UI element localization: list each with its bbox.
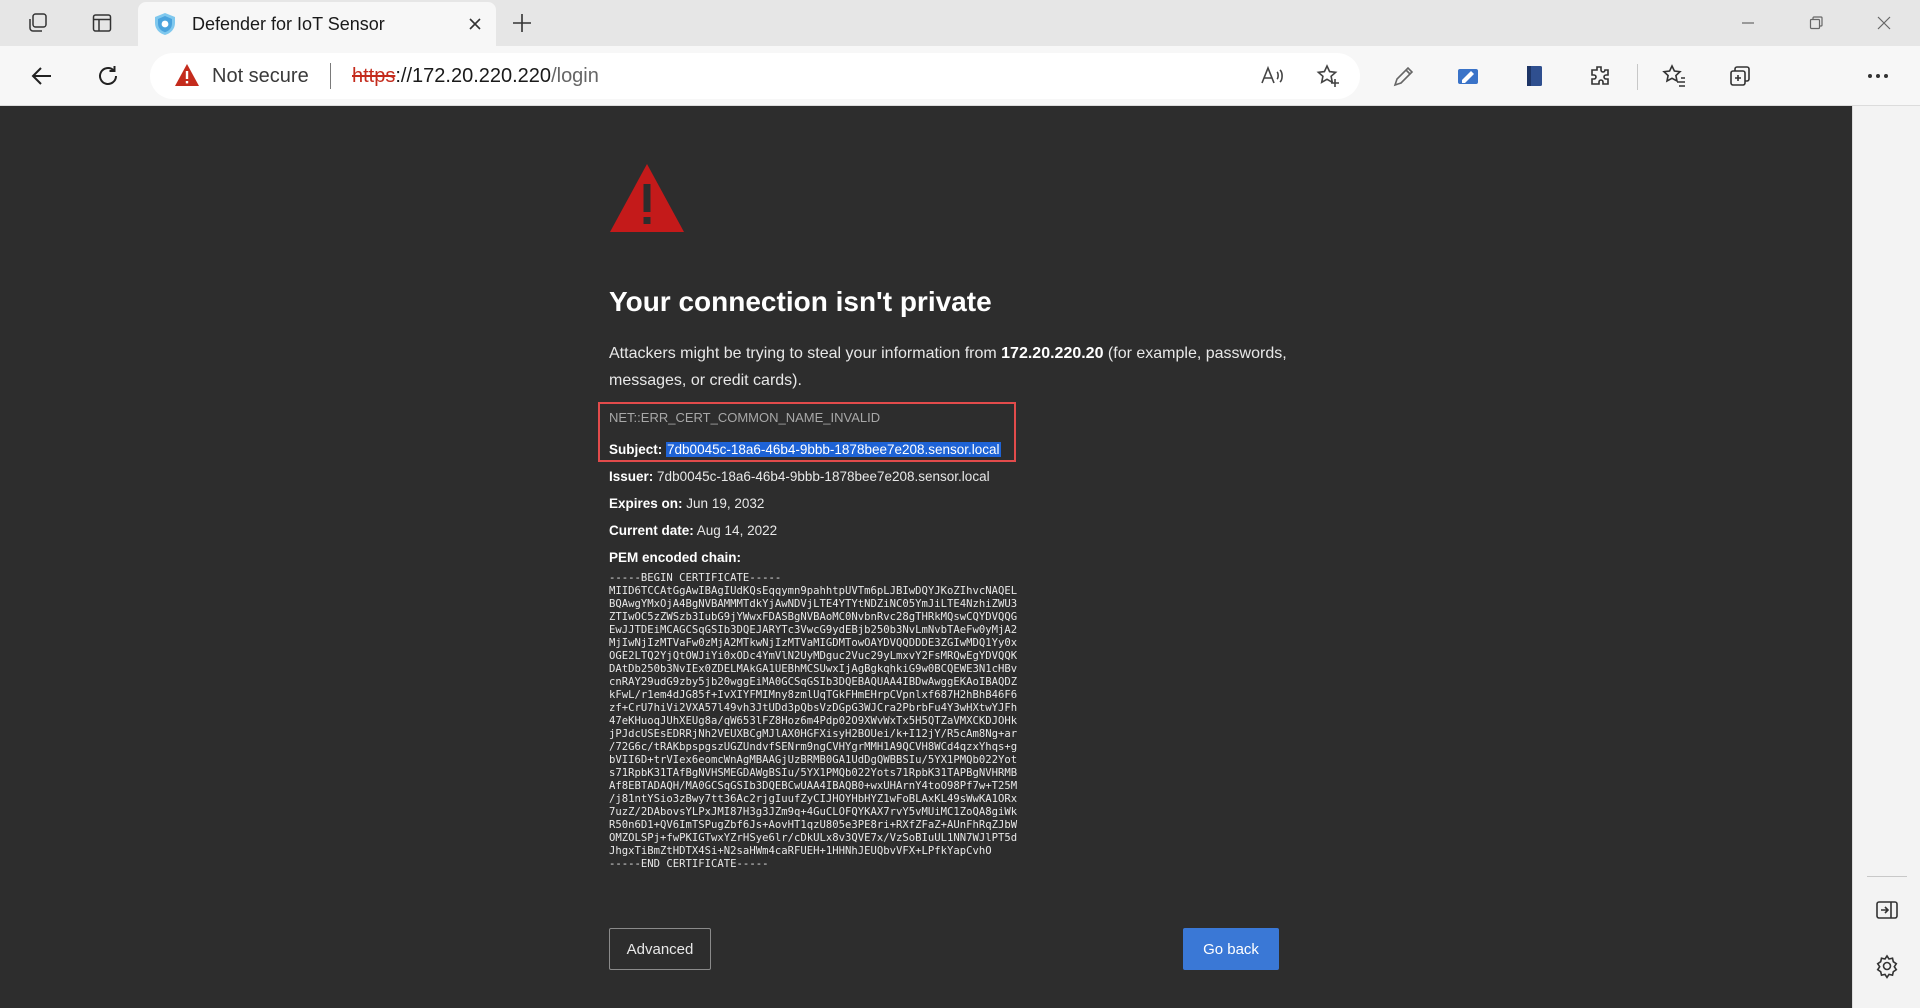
- settings-gear-icon[interactable]: [1871, 950, 1903, 982]
- current-date-label: Current date:: [609, 523, 694, 538]
- pem-line: JhgxTiBmZtHDTX4Si+N2saHWm4caRFUEH+1HHNhJ…: [609, 845, 992, 857]
- sidebar-divider: [1867, 876, 1907, 877]
- pem-line: ZTIwOC5zZWSzb3IubG9jYWwxFDASBgNVBAoMC0Nv…: [609, 611, 1018, 623]
- error-code[interactable]: NET::ERR_CERT_COMMON_NAME_INVALID: [609, 410, 880, 425]
- sidebar: [1852, 106, 1920, 1008]
- cert-expires: Expires on: Jun 19, 2032: [609, 496, 764, 511]
- toolbar-separator: [1637, 64, 1638, 90]
- tab-actions-icon[interactable]: [80, 6, 124, 40]
- new-tab-icon[interactable]: [502, 6, 542, 40]
- pem-line: Af8EBTADAQH/MA0GCSqGSIb3DQEBCwUAA4IBAQB0…: [609, 780, 1018, 792]
- extension-book-icon[interactable]: [1514, 56, 1554, 96]
- error-page: Your connection isn't private Attackers …: [0, 106, 1852, 1008]
- error-description: Attackers might be trying to steal your …: [609, 340, 1289, 394]
- tab-strip: Defender for IoT Sensor: [0, 0, 1920, 46]
- pem-line: /j81ntYSio3zBwy7tt36Ac2rjgIuufZyCIJHOYHb…: [609, 793, 1018, 805]
- cert-issuer: Issuer: 7db0045c-18a6-46b4-9bbb-1878bee7…: [609, 469, 990, 484]
- tab-defender-iot[interactable]: Defender for IoT Sensor: [138, 2, 496, 46]
- url-scheme: https: [352, 65, 396, 87]
- pem-line: BQAwgYMxOjA4BgNVBAMMMTdkYjAwNDVjLTE4YTYt…: [609, 598, 1018, 610]
- read-aloud-icon[interactable]: [1258, 62, 1286, 90]
- pem-heading: PEM encoded chain:: [609, 550, 741, 565]
- expires-value: Jun 19, 2032: [686, 496, 765, 511]
- issuer-value: 7db0045c-18a6-46b4-9bbb-1878bee7e208.sen…: [657, 469, 990, 484]
- warning-icon: [610, 164, 684, 232]
- pem-line: MIID6TCCAtGgAwIBAgIUdKQsEqqymn9pahhtpUVT…: [609, 585, 1018, 597]
- favorites-icon[interactable]: [1654, 56, 1694, 96]
- pem-line: jPJdcUSEsEDRRjNh2VEUXBCgMJlAX0HGFXisyH2B…: [609, 728, 1018, 740]
- pem-line: /72G6c/tRAKbpspgszUGZUndvfSENrm9ngCVHYgr…: [609, 741, 1018, 753]
- address-bar[interactable]: Not secure https://172.20.220.220/login: [150, 53, 1360, 99]
- web-capture-icon[interactable]: [1448, 56, 1488, 96]
- pem-line: bVII6D+trVIex6eomcWnAgMBAAGjUzBRMB0GA1Ud…: [609, 754, 1018, 766]
- url-path: /login: [551, 65, 599, 87]
- address-separator: [330, 63, 331, 89]
- issuer-label: Issuer:: [609, 469, 654, 484]
- pem-line: EwJJTDEiMCAGCSqGSIb3DQEJARYTc3VwcG9ydEBj…: [609, 624, 1018, 636]
- pem-line: OMZOLSPj+fwPKIGTwxYZrHSye6lr/cDkULx8v3QV…: [609, 832, 1018, 844]
- pem-certificate-text: -----BEGIN CERTIFICATE----- MIID6TCCAtGgA…: [609, 572, 1017, 871]
- pem-label: PEM encoded chain:: [609, 550, 742, 565]
- pem-line: s71RpbK31TAfBgNVHSMEGDAWgBSIu/5YX1PMQb02…: [609, 767, 1018, 779]
- url-text[interactable]: https://172.20.220.220/login: [352, 65, 599, 88]
- pem-line: DAtDb250b3NvIEx0ZDELMAkGA1UEBhMCSUwxIjAg…: [609, 663, 1018, 675]
- refresh-icon[interactable]: [88, 56, 128, 96]
- workspaces-icon[interactable]: [16, 6, 60, 40]
- close-window-icon[interactable]: [1850, 0, 1918, 46]
- tab-title: Defender for IoT Sensor: [192, 14, 385, 34]
- shield-icon: [155, 13, 175, 35]
- advanced-button[interactable]: Advanced: [609, 928, 711, 970]
- subject-label: Subject:: [609, 442, 663, 457]
- page-title: Your connection isn't private: [609, 286, 992, 317]
- back-icon[interactable]: [22, 56, 62, 96]
- current-date-value: Aug 14, 2022: [696, 523, 778, 538]
- host-name: 172.20.220.20: [1001, 345, 1104, 362]
- extensions-icon[interactable]: [1580, 56, 1620, 96]
- close-tab-icon[interactable]: [462, 11, 488, 37]
- pem-line: OGE2LTQ2YjQtOWJiYi0xODc4YmVlN2UyMDguc2Vu…: [609, 650, 1018, 662]
- hide-sidebar-icon[interactable]: [1871, 894, 1903, 926]
- url-host: ://172.20.220.220: [395, 65, 552, 87]
- pem-line: -----END CERTIFICATE-----: [609, 858, 769, 870]
- pem-line: kFwL/r1em4dJG85f+IvXIYFMIMny8zmlUqTGkFHm…: [609, 689, 1018, 701]
- description-text: Attackers might be trying to steal your …: [609, 345, 1002, 362]
- cert-current-date: Current date: Aug 14, 2022: [609, 523, 777, 538]
- collections-icon[interactable]: [1720, 56, 1760, 96]
- more-options-icon[interactable]: [1858, 56, 1898, 96]
- pem-line: 47eKHuoqJUhXEUg8a/qW653lFZ8Hoz6m4Pdp02O9…: [609, 715, 1018, 727]
- browser-window: Defender for IoT Sensor Not secure https…: [0, 0, 1920, 1008]
- subject-value[interactable]: 7db0045c-18a6-46b4-9bbb-1878bee7e208.sen…: [666, 442, 1001, 457]
- warning-icon: [175, 64, 199, 86]
- go-back-button[interactable]: Go back: [1183, 928, 1279, 970]
- pem-line: zf+CrU7hiVi2VXA57l49vh3JtUDd3pQbsVzDGpG3…: [609, 702, 1018, 714]
- expires-label: Expires on:: [609, 496, 683, 511]
- pem-line: 7uzZ/2DAbovsYLPxJMI87H3g3JZm9q+4GuCLOFQY…: [609, 806, 1018, 818]
- minimize-icon[interactable]: [1714, 0, 1782, 46]
- pem-line: MjIwNjIzMTVaFw0zMjA2MTkwNjIzMTVaMIGDMTow…: [609, 637, 1018, 649]
- add-favorite-icon[interactable]: [1314, 62, 1342, 90]
- draw-icon[interactable]: [1384, 56, 1424, 96]
- restore-icon[interactable]: [1782, 0, 1850, 46]
- pem-line: R50n6D1+QV6ImTSPugZbf6Js+AovHT1qzU805e3P…: [609, 819, 1018, 831]
- browser-toolbar: Not secure https://172.20.220.220/login: [0, 46, 1920, 106]
- security-status[interactable]: Not secure: [212, 65, 309, 88]
- pem-line: -----BEGIN CERTIFICATE-----: [609, 572, 782, 584]
- pem-line: cnRAY29udG9zby5jb20wggEiMA0GCSqGSIb3DQEB…: [609, 676, 1018, 688]
- cert-subject: Subject: 7db0045c-18a6-46b4-9bbb-1878bee…: [609, 442, 1001, 457]
